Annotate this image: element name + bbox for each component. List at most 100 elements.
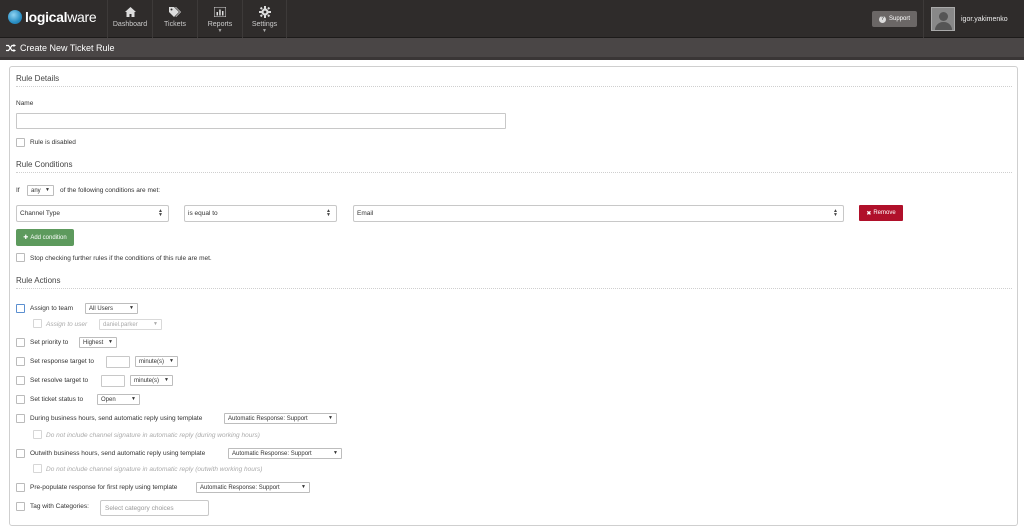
rule-details-title: Rule Details bbox=[16, 74, 60, 83]
during-template-select[interactable]: Automatic Response: Support ▼ bbox=[224, 413, 337, 424]
user-select[interactable]: daniel.parker ▼ bbox=[99, 319, 162, 330]
nav-settings[interactable]: Settings ▼ bbox=[242, 0, 287, 38]
rule-actions-title: Rule Actions bbox=[16, 276, 61, 285]
support-button[interactable]: ? Support bbox=[872, 11, 917, 27]
match-suffix-label: of the following conditions are met: bbox=[60, 187, 161, 194]
nav-dashboard[interactable]: Dashboard bbox=[107, 0, 152, 38]
resolve-target-input[interactable] bbox=[101, 375, 125, 387]
name-label: Name bbox=[16, 100, 34, 107]
page-title: Create New Ticket Rule bbox=[20, 42, 115, 53]
response-target-input[interactable] bbox=[106, 356, 130, 368]
match-mode-value: any bbox=[31, 187, 41, 194]
divider bbox=[16, 86, 1012, 87]
nav-reports[interactable]: Reports ▼ bbox=[197, 0, 242, 38]
resolve-unit-value: minute(s) bbox=[134, 377, 160, 384]
divider bbox=[16, 172, 1012, 173]
tag-categories-checkbox[interactable] bbox=[16, 502, 25, 511]
condition-operator-select[interactable]: is equal to ▲ ▼ bbox=[184, 205, 337, 222]
main-nav: Dashboard Tickets Reports ▼ Settings ▼ bbox=[107, 0, 287, 38]
if-label: If bbox=[16, 187, 20, 194]
logo-text: logicalware bbox=[25, 9, 97, 25]
chevron-down-icon: ▼ bbox=[108, 339, 113, 345]
prepopulate-label: Pre-populate response for first reply us… bbox=[30, 484, 178, 491]
priority-select[interactable]: Highest ▼ bbox=[79, 337, 117, 348]
add-condition-button[interactable]: ✚ Add condition bbox=[16, 229, 74, 246]
outwith-hours-label: Outwith business hours, send automatic r… bbox=[30, 450, 206, 457]
during-hours-checkbox[interactable] bbox=[16, 414, 25, 423]
match-mode-select[interactable]: any ▼ bbox=[27, 185, 54, 196]
outwith-hours-checkbox[interactable] bbox=[16, 449, 25, 458]
plus-icon: ✚ bbox=[23, 235, 29, 241]
category-choices-placeholder: Select category choices bbox=[105, 504, 174, 512]
page-header: Create New Ticket Rule bbox=[0, 38, 1024, 60]
top-bar: logicalware Dashboard Tickets Reports ▼ bbox=[0, 0, 1024, 38]
stop-checking-checkbox[interactable] bbox=[16, 253, 25, 262]
condition-value-select[interactable]: Email ▲ ▼ bbox=[353, 205, 844, 222]
shuffle-icon bbox=[6, 43, 16, 52]
outwith-template-value: Automatic Response: Support bbox=[232, 450, 312, 457]
nav-dashboard-label: Dashboard bbox=[112, 21, 148, 28]
rule-conditions-title: Rule Conditions bbox=[16, 160, 73, 169]
team-value: All Users bbox=[89, 305, 114, 312]
nav-settings-label: Settings bbox=[251, 21, 278, 28]
nav-tickets[interactable]: Tickets bbox=[152, 0, 197, 38]
ticket-status-value: Open bbox=[101, 396, 116, 403]
resolve-unit-select[interactable]: minute(s) ▼ bbox=[130, 375, 173, 386]
assign-user-label: Assign to user bbox=[46, 321, 88, 328]
chevron-down-icon: ▼ bbox=[217, 28, 223, 34]
during-signature-checkbox[interactable] bbox=[33, 430, 42, 439]
assign-user-checkbox[interactable] bbox=[33, 319, 42, 328]
chevron-down-icon: ▼ bbox=[169, 358, 174, 364]
during-template-value: Automatic Response: Support bbox=[228, 415, 308, 422]
rule-disabled-label: Rule is disabled bbox=[30, 139, 76, 146]
prepopulate-checkbox[interactable] bbox=[16, 483, 25, 492]
response-target-checkbox[interactable] bbox=[16, 357, 25, 366]
bar-chart-icon bbox=[214, 6, 226, 18]
resolve-target-label: Set resolve target to bbox=[30, 377, 89, 384]
chevron-down-icon: ▼ bbox=[129, 305, 134, 311]
chevron-down-icon: ▼ bbox=[153, 321, 158, 327]
condition-field-select[interactable]: Channel Type ▲ ▼ bbox=[16, 205, 169, 222]
outwith-template-select[interactable]: Automatic Response: Support ▼ bbox=[228, 448, 342, 459]
condition-operator-value: is equal to bbox=[188, 210, 218, 217]
ticket-status-checkbox[interactable] bbox=[16, 395, 25, 404]
remove-label: Remove bbox=[873, 210, 896, 216]
outwith-signature-checkbox[interactable] bbox=[33, 464, 42, 473]
logo-mark-icon bbox=[8, 10, 22, 24]
assign-team-label: Assign to team bbox=[30, 305, 73, 312]
chevron-down-icon: ▼ bbox=[328, 415, 333, 421]
priority-checkbox[interactable] bbox=[16, 338, 25, 347]
rule-disabled-checkbox[interactable] bbox=[16, 138, 25, 147]
remove-condition-button[interactable]: ✖ Remove bbox=[859, 205, 903, 221]
sort-arrows-icon: ▲ ▼ bbox=[833, 208, 838, 218]
gear-icon bbox=[258, 6, 271, 18]
chevron-down-icon: ▼ bbox=[301, 484, 306, 490]
response-target-label: Set response target to bbox=[30, 358, 94, 365]
resolve-target-checkbox[interactable] bbox=[16, 376, 25, 385]
during-hours-label: During business hours, send automatic re… bbox=[30, 415, 203, 422]
prepopulate-template-value: Automatic Response: Support bbox=[200, 484, 280, 491]
name-input[interactable] bbox=[16, 113, 506, 129]
support-label: Support bbox=[888, 16, 910, 22]
response-unit-select[interactable]: minute(s) ▼ bbox=[135, 356, 178, 367]
add-condition-label: Add condition bbox=[30, 234, 67, 241]
logo[interactable]: logicalware bbox=[8, 9, 97, 25]
sort-arrows-icon: ▲ ▼ bbox=[158, 208, 163, 218]
assign-team-checkbox[interactable] bbox=[16, 304, 25, 313]
rule-form-panel: Rule Details Name Rule is disabled Rule … bbox=[9, 66, 1018, 526]
priority-value: Highest bbox=[83, 339, 104, 346]
nav-tickets-label: Tickets bbox=[164, 21, 186, 28]
ticket-status-select[interactable]: Open ▼ bbox=[97, 394, 140, 405]
condition-field-value: Channel Type bbox=[20, 210, 60, 217]
tags-icon bbox=[169, 6, 181, 18]
divider bbox=[16, 288, 1012, 289]
chevron-down-icon: ▼ bbox=[164, 377, 169, 383]
user-value: daniel.parker bbox=[103, 321, 138, 328]
close-icon: ✖ bbox=[866, 210, 872, 217]
user-menu[interactable]: igor.yakimenko bbox=[923, 0, 1008, 38]
avatar bbox=[931, 7, 955, 31]
outwith-signature-label: Do not include channel signature in auto… bbox=[46, 466, 263, 473]
team-select[interactable]: All Users ▼ bbox=[85, 303, 138, 314]
prepopulate-template-select[interactable]: Automatic Response: Support ▼ bbox=[196, 482, 310, 493]
home-icon bbox=[124, 6, 136, 18]
